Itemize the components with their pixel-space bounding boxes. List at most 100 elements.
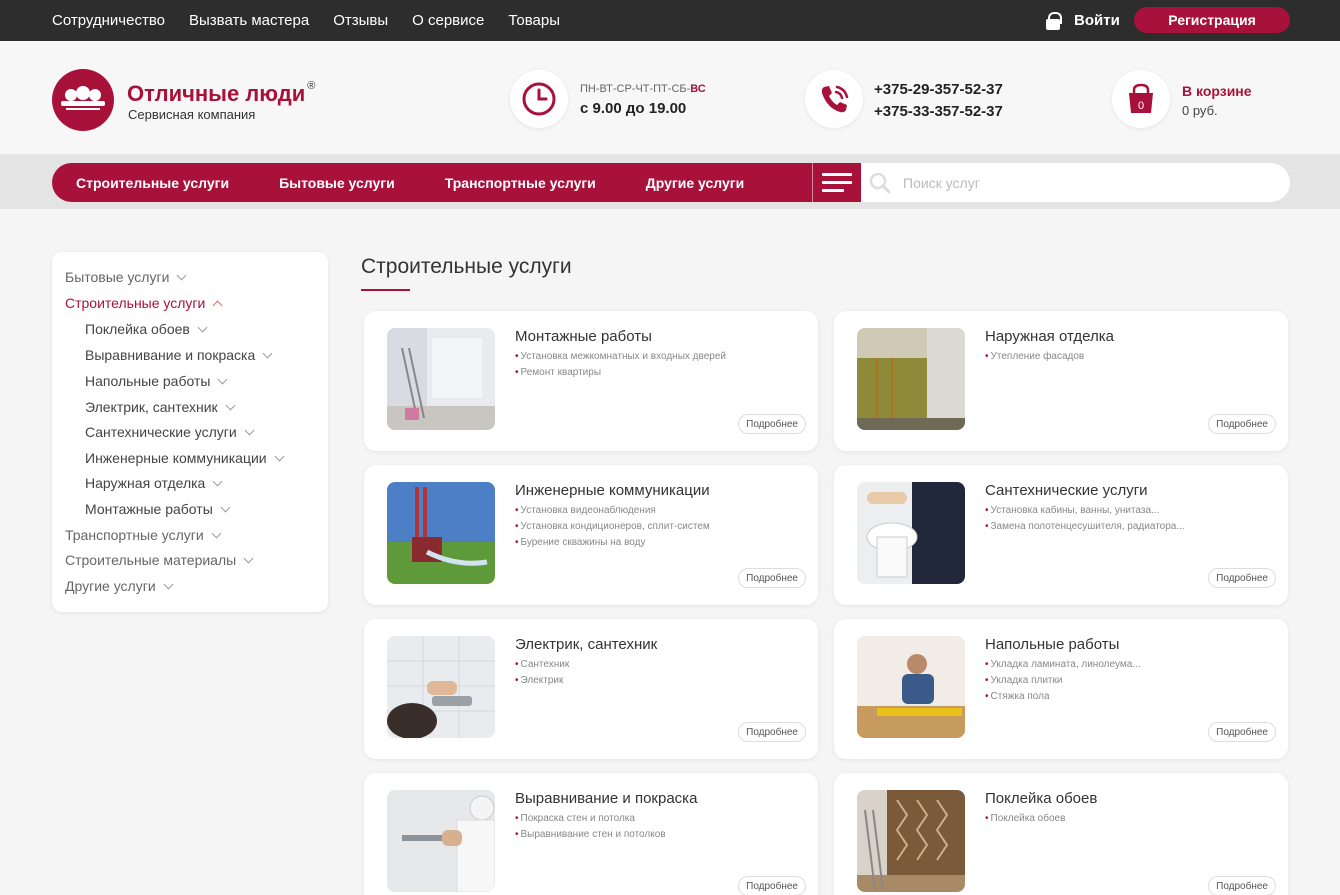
sidebar-item-wallpaper[interactable]: Поклейка обоев xyxy=(85,321,208,337)
chevron-down-icon xyxy=(211,528,222,539)
chevron-down-icon xyxy=(262,348,273,359)
logo-icon[interactable] xyxy=(52,69,114,131)
flooring-photo xyxy=(857,636,965,738)
nav-construction[interactable]: Строительные услуги xyxy=(76,175,229,191)
topnav-reviews[interactable]: Отзывы xyxy=(333,12,388,29)
nav-other[interactable]: Другие услуги xyxy=(646,175,744,191)
card-bullet[interactable]: Утепление фасадов xyxy=(985,351,1085,362)
search-icon[interactable] xyxy=(869,172,891,194)
nav-transport[interactable]: Транспортные услуги xyxy=(445,175,596,191)
sidebar-item-flooring[interactable]: Напольные работы xyxy=(85,373,228,389)
sidebar-item-other[interactable]: Другие услуги xyxy=(65,578,174,594)
card-title: Напольные работы xyxy=(985,636,1120,653)
card-bullet[interactable]: Сантехник xyxy=(515,659,570,670)
more-button[interactable]: Подробнее xyxy=(738,568,806,588)
more-button[interactable]: Подробнее xyxy=(738,722,806,742)
more-button[interactable]: Подробнее xyxy=(1208,414,1276,434)
chevron-down-icon xyxy=(176,270,187,281)
lock-icon xyxy=(1046,11,1062,30)
more-button[interactable]: Подробнее xyxy=(1208,568,1276,588)
card-bullet[interactable]: Установка межкомнатных и входных дверей xyxy=(515,351,726,362)
chevron-down-icon xyxy=(274,451,285,462)
sidebar-item-plumbing[interactable]: Сантехнические услуги xyxy=(85,424,255,440)
chevron-down-icon xyxy=(220,502,231,513)
service-card-electrician-plumber[interactable]: Электрик, сантехник Сантехник Электрик П… xyxy=(364,619,818,759)
register-button[interactable]: Регистрация xyxy=(1134,7,1290,33)
service-card-installation[interactable]: Монтажные работы Установка межкомнатных … xyxy=(364,311,818,451)
plumbing-photo xyxy=(857,482,965,584)
card-bullet[interactable]: Установка кондиционеров, сплит-систем xyxy=(515,521,710,532)
sidebar-item-engineering[interactable]: Инженерные коммуникации xyxy=(85,450,285,466)
more-button[interactable]: Подробнее xyxy=(1208,876,1276,895)
card-bullet[interactable]: Укладка ламината, линолеума... xyxy=(985,659,1141,670)
sidebar-item-materials[interactable]: Строительные материалы xyxy=(65,552,254,568)
sidebar-item-leveling-painting[interactable]: Выравнивание и покраска xyxy=(85,347,273,363)
phone-number-1[interactable]: +375-29-357-52-37 xyxy=(874,81,1003,98)
exterior-photo xyxy=(857,328,965,430)
login-link[interactable]: Войти xyxy=(1046,0,1120,41)
card-title: Выравнивание и покраска xyxy=(515,790,698,807)
service-card-plumbing[interactable]: Сантехнические услуги Установка кабины, … xyxy=(834,465,1288,605)
more-button[interactable]: Подробнее xyxy=(738,876,806,895)
card-bullet[interactable]: Ремонт квартиры xyxy=(515,367,602,378)
card-bullet[interactable]: Стяжка пола xyxy=(985,691,1050,702)
installation-photo xyxy=(387,328,495,430)
sidebar-item-transport[interactable]: Транспортные услуги xyxy=(65,527,222,543)
service-card-wallpaper[interactable]: Поклейка обоев Поклейка обоев Подробнее xyxy=(834,773,1288,895)
phone-number-2[interactable]: +375-33-357-52-37 xyxy=(874,103,1003,120)
more-button[interactable]: Подробнее xyxy=(1208,722,1276,742)
working-hours: с 9.00 до 19.00 xyxy=(580,100,687,117)
card-title: Электрик, сантехник xyxy=(515,636,658,653)
wallpaper-photo xyxy=(857,790,965,892)
topnav-call-master[interactable]: Вызвать мастера xyxy=(189,12,309,29)
service-card-exterior[interactable]: Наружная отделка Утепление фасадов Подро… xyxy=(834,311,1288,451)
cart-icon[interactable]: 0 xyxy=(1112,70,1170,128)
electrician-photo xyxy=(387,636,495,738)
search-input[interactable] xyxy=(903,163,1273,202)
card-bullet[interactable]: Установка видеонаблюдения xyxy=(515,505,656,516)
card-bullet[interactable]: Поклейка обоев xyxy=(985,813,1066,824)
card-bullet[interactable]: Укладка плитки xyxy=(985,675,1063,686)
chevron-down-icon xyxy=(225,400,236,411)
service-card-engineering[interactable]: Инженерные коммуникации Установка видеон… xyxy=(364,465,818,605)
topnav-about[interactable]: О сервисе xyxy=(412,12,484,29)
chevron-down-icon xyxy=(212,476,223,487)
sidebar-item-exterior[interactable]: Наружная отделка xyxy=(85,475,223,491)
cart-sum: 0 руб. xyxy=(1182,103,1218,118)
top-bar: Сотрудничество Вызвать мастера Отзывы О … xyxy=(0,0,1340,41)
topnav-goods[interactable]: Товары xyxy=(508,12,560,29)
more-button[interactable]: Подробнее xyxy=(738,414,806,434)
card-bullet[interactable]: Выравнивание стен и потолков xyxy=(515,829,666,840)
card-title: Наружная отделка xyxy=(985,328,1114,345)
sidebar-item-installation[interactable]: Монтажные работы xyxy=(85,501,231,517)
card-bullet[interactable]: Бурение скважины на воду xyxy=(515,537,646,548)
title-underline xyxy=(361,289,410,291)
clock-icon xyxy=(510,70,568,128)
nav-household[interactable]: Бытовые услуги xyxy=(279,175,395,191)
cart-title[interactable]: В корзине xyxy=(1182,83,1252,99)
chevron-up-icon xyxy=(212,300,223,311)
sidebar-item-electrician-plumber[interactable]: Электрик, сантехник xyxy=(85,399,236,415)
menu-icon[interactable] xyxy=(812,163,861,202)
card-bullet[interactable]: Покраска стен и потолка xyxy=(515,813,635,824)
chevron-down-icon xyxy=(217,374,228,385)
topnav-cooperation[interactable]: Сотрудничество xyxy=(52,12,165,29)
page-title: Строительные услуги xyxy=(361,255,572,278)
category-sidebar: Бытовые услуги Строительные услуги Покле… xyxy=(52,252,328,612)
chevron-down-icon xyxy=(163,579,174,590)
sidebar-item-construction[interactable]: Строительные услуги xyxy=(65,295,223,311)
service-card-flooring[interactable]: Напольные работы Укладка ламината, линол… xyxy=(834,619,1288,759)
working-days: ПН-ВТ-СР-ЧТ-ПТ-СБ-ВС xyxy=(580,83,706,95)
search-box xyxy=(861,163,1290,202)
card-title: Поклейка обоев xyxy=(985,790,1098,807)
brand-name[interactable]: Отличные люди ® xyxy=(127,80,315,107)
card-bullet[interactable]: Установка кабины, ванны, унитаза... xyxy=(985,505,1160,516)
header: Отличные люди ® Сервисная компания ПН-ВТ-… xyxy=(0,41,1340,154)
chevron-down-icon xyxy=(197,322,208,333)
card-bullet[interactable]: Электрик xyxy=(515,675,564,686)
card-title: Монтажные работы xyxy=(515,328,652,345)
card-bullet[interactable]: Замена полотенцесушителя, радиатора... xyxy=(985,521,1185,532)
sidebar-item-household[interactable]: Бытовые услуги xyxy=(65,269,187,285)
brand-subtitle: Сервисная компания xyxy=(128,107,256,122)
service-card-leveling-painting[interactable]: Выравнивание и покраска Покраска стен и … xyxy=(364,773,818,895)
